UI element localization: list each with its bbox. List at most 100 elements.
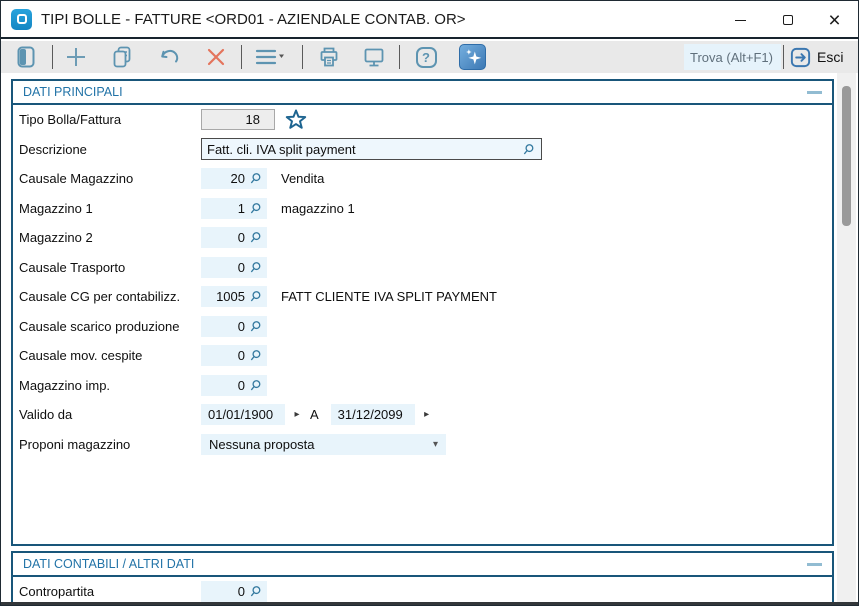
lookup-icon[interactable]	[249, 202, 262, 215]
causale-scarico-field[interactable]: 0	[201, 315, 267, 337]
delete-button[interactable]	[203, 44, 229, 70]
toolbar-separator	[241, 45, 242, 69]
form-row-causale-cespite: Causale mov. cespite 0	[13, 341, 832, 371]
section-title: DATI CONTABILI / ALTRI DATI	[23, 557, 195, 571]
app-window: { "window": { "title": "TIPI BOLLE - FAT…	[0, 0, 859, 606]
panel-button[interactable]	[13, 44, 39, 70]
delete-icon	[207, 48, 225, 66]
maximize-button[interactable]	[764, 1, 811, 39]
valido-a-field[interactable]: 31/12/2099	[330, 404, 415, 426]
lookup-icon[interactable]	[249, 379, 262, 392]
form-row-magazzino-imp: Magazzino imp. 0	[13, 371, 832, 401]
form-row-causale-magazzino: Causale Magazzino 20 Vendita	[13, 164, 832, 194]
field-description: FATT CLIENTE IVA SPLIT PAYMENT	[281, 289, 497, 305]
close-icon: ×	[828, 8, 841, 32]
field-label: Contropartita	[19, 584, 95, 600]
help-icon: ?	[415, 46, 437, 68]
field-description: magazzino 1	[281, 200, 355, 216]
magazzino-2-field[interactable]: 0	[201, 227, 267, 249]
section-dati-principali: DATI PRINCIPALI Tipo Bolla/Fattura 18 De…	[11, 79, 834, 546]
form-row-causale-cg: Causale CG per contabilizz. 1005 FATT CL…	[13, 282, 832, 312]
form-row-causale-scarico: Causale scarico produzione 0	[13, 312, 832, 342]
exit-button[interactable]: Esci	[789, 44, 843, 70]
contropartita-field[interactable]: 0	[201, 581, 267, 603]
scrollbar-thumb[interactable]	[842, 86, 851, 226]
add-button[interactable]	[63, 44, 89, 70]
field-label: Valido da	[19, 407, 73, 423]
field-label: Proponi magazzino	[19, 436, 131, 452]
close-button[interactable]: ×	[811, 1, 858, 39]
field-label: Causale scarico produzione	[19, 318, 180, 334]
minus-icon	[806, 90, 822, 94]
form-row-descrizione: Descrizione Fatt. cli. IVA split payment	[13, 135, 832, 165]
chevron-down-icon: ▾	[432, 438, 438, 450]
calendar-arrow-icon[interactable]: ▸	[290, 409, 304, 420]
assistant-button[interactable]	[459, 44, 486, 70]
help-button[interactable]: ?	[413, 44, 439, 70]
field-label: Causale CG per contabilizz.	[19, 289, 181, 305]
form-row-contropartita: Contropartita 0	[13, 577, 832, 605]
lookup-icon[interactable]	[249, 261, 262, 274]
lookup-icon[interactable]	[249, 290, 262, 303]
menu-button[interactable]	[253, 44, 287, 70]
magazzino-imp-field[interactable]: 0	[201, 374, 267, 396]
lookup-icon[interactable]	[249, 172, 262, 185]
find-input[interactable]	[684, 44, 781, 70]
titlebar: TIPI BOLLE - FATTURE <ORD01 - AZIENDALE …	[1, 1, 858, 39]
panel-icon	[17, 46, 35, 68]
monitor-button[interactable]	[361, 44, 387, 70]
descrizione-input[interactable]: Fatt. cli. IVA split payment	[201, 138, 542, 161]
tipo-bolla-field: 18	[201, 109, 275, 131]
collapse-button[interactable]	[806, 556, 822, 572]
toolbar: ? Esci	[1, 41, 858, 73]
lookup-icon[interactable]	[249, 231, 262, 244]
window-title: TIPI BOLLE - FATTURE <ORD01 - AZIENDALE …	[41, 10, 466, 28]
exit-icon	[790, 47, 811, 67]
undo-icon	[161, 49, 179, 63]
causale-magazzino-field[interactable]: 20	[201, 168, 267, 190]
form-row-causale-trasporto: Causale Trasporto 0	[13, 253, 832, 283]
section-dati-contabili: DATI CONTABILI / ALTRI DATI Contropartit…	[11, 551, 834, 605]
form-area: DATI PRINCIPALI Tipo Bolla/Fattura 18 De…	[1, 73, 858, 605]
causale-cg-field[interactable]: 1005	[201, 286, 267, 308]
copy-icon	[113, 46, 131, 68]
lookup-icon[interactable]	[249, 320, 262, 333]
section-header: DATI PRINCIPALI	[13, 81, 832, 105]
collapse-button[interactable]	[806, 84, 822, 100]
star-icon	[285, 109, 307, 129]
form-row-magazzino-1: Magazzino 1 1 magazzino 1	[13, 194, 832, 224]
minus-icon	[806, 562, 822, 566]
lookup-icon[interactable]	[249, 585, 262, 598]
app-logo-inner	[16, 14, 27, 24]
copy-button[interactable]	[109, 44, 135, 70]
minimize-button[interactable]	[717, 1, 764, 39]
causale-cespite-field[interactable]: 0	[201, 345, 267, 367]
favorite-button[interactable]	[283, 107, 309, 133]
field-label: Magazzino 2	[19, 230, 93, 246]
sparkle-icon	[465, 49, 481, 65]
toolbar-separator	[302, 45, 303, 69]
field-label: Causale Trasporto	[19, 259, 126, 275]
magazzino-1-field[interactable]: 1	[201, 197, 267, 219]
calendar-arrow-icon[interactable]: ▸	[420, 409, 434, 420]
menu-icon	[255, 49, 284, 65]
form-row-magazzino-2: Magazzino 2 0	[13, 223, 832, 253]
lookup-icon[interactable]	[522, 143, 535, 156]
field-label: Magazzino 1	[19, 200, 93, 216]
causale-trasporto-field[interactable]: 0	[201, 256, 267, 278]
field-label: Magazzino imp.	[19, 377, 111, 393]
field-description: Vendita	[281, 171, 325, 187]
lookup-icon[interactable]	[249, 349, 262, 362]
print-icon	[320, 47, 338, 67]
maximize-icon	[782, 15, 793, 25]
vertical-scrollbar[interactable]	[837, 73, 856, 605]
section-header: DATI CONTABILI / ALTRI DATI	[13, 553, 832, 577]
window-bottom-edge	[1, 602, 858, 605]
date-range-separator: A	[310, 407, 319, 423]
exit-label: Esci	[817, 49, 844, 65]
form-row-valido-da: Valido da 01/01/1900 ▸ A 31/12/2099 ▸	[13, 400, 832, 430]
proponi-magazzino-select[interactable]: Nessuna proposta ▾	[201, 433, 446, 455]
print-button[interactable]	[316, 44, 342, 70]
undo-button[interactable]	[157, 44, 183, 70]
valido-da-field[interactable]: 01/01/1900	[201, 404, 285, 426]
